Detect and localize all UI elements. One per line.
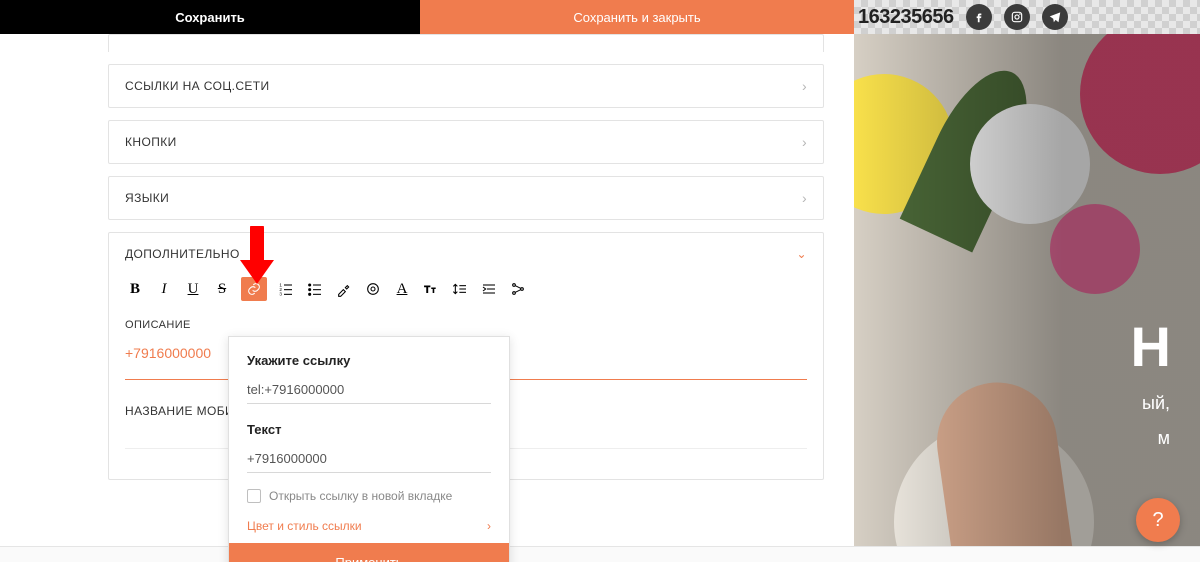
- line-height-icon[interactable]: [450, 279, 470, 299]
- header-phone-fragment: 163235656: [858, 6, 954, 29]
- popover-text-label: Текст: [247, 422, 491, 437]
- hero-line2-fragment: м: [1131, 428, 1170, 449]
- link-style-row[interactable]: Цвет и стиль ссылки ›: [247, 519, 491, 533]
- ordered-list-icon[interactable]: 123: [276, 279, 296, 299]
- text-size-icon[interactable]: TT: [421, 279, 441, 299]
- indent-icon[interactable]: [479, 279, 499, 299]
- target-icon[interactable]: [363, 279, 383, 299]
- save-button[interactable]: Сохранить: [0, 0, 420, 34]
- link-icon[interactable]: [241, 277, 267, 301]
- facebook-icon[interactable]: [966, 4, 992, 30]
- top-bar: Сохранить Сохранить и закрыть 163235656: [0, 0, 1200, 34]
- popover-url-label: Укажите ссылку: [247, 353, 491, 368]
- editor-column: ССЫЛКИ НА СОЦ.СЕТИ › КНОПКИ › ЯЗЫКИ › ДО…: [0, 34, 854, 562]
- chevron-right-icon: ›: [487, 519, 491, 533]
- hero-line1-fragment: ый,: [1131, 393, 1170, 414]
- link-editor-popover: Укажите ссылку Текст Открыть ссылку в но…: [228, 336, 510, 562]
- description-label: ОПИСАНИЕ: [125, 319, 807, 331]
- main-split: ССЫЛКИ НА СОЦ.СЕТИ › КНОПКИ › ЯЗЫКИ › ДО…: [0, 34, 1200, 562]
- strike-icon[interactable]: S: [212, 279, 232, 299]
- help-fab-button[interactable]: ?: [1136, 498, 1180, 542]
- new-tab-label: Открыть ссылку в новой вкладке: [269, 489, 452, 503]
- unordered-list-icon[interactable]: [305, 279, 325, 299]
- accordion-label: ССЫЛКИ НА СОЦ.СЕТИ: [125, 79, 270, 93]
- accordion-social-links[interactable]: ССЫЛКИ НА СОЦ.СЕТИ ›: [108, 64, 824, 108]
- chevron-right-icon: ›: [802, 78, 807, 94]
- underline-icon[interactable]: U: [183, 279, 203, 299]
- new-tab-checkbox[interactable]: [247, 489, 261, 503]
- preview-column: Н ый, м: [854, 34, 1200, 562]
- accordion-buttons[interactable]: КНОПКИ ›: [108, 120, 824, 164]
- italic-icon[interactable]: I: [154, 279, 174, 299]
- telegram-icon[interactable]: [1042, 4, 1068, 30]
- rich-text-toolbar: B I U S 123 A: [125, 273, 807, 305]
- save-and-close-button[interactable]: Сохранить и закрыть: [420, 0, 854, 34]
- preview-background: [854, 34, 1200, 562]
- horizontal-scrollbar[interactable]: [0, 546, 1200, 562]
- preview-header-strip: 163235656: [854, 0, 1200, 34]
- accordion-item-cutoff: [108, 34, 824, 52]
- link-text-input[interactable]: [247, 445, 491, 473]
- chevron-right-icon: ›: [802, 134, 807, 150]
- instagram-icon[interactable]: [1004, 4, 1030, 30]
- apply-button[interactable]: Применить: [229, 543, 509, 562]
- panel-title: ДОПОЛНИТЕЛЬНО: [125, 247, 240, 261]
- bold-icon[interactable]: B: [125, 279, 145, 299]
- font-icon[interactable]: A: [392, 279, 412, 299]
- eyedropper-icon[interactable]: [334, 279, 354, 299]
- accordion-label: КНОПКИ: [125, 135, 177, 149]
- accordion-languages[interactable]: ЯЗЫКИ ›: [108, 176, 824, 220]
- svg-text:3: 3: [279, 292, 282, 297]
- svg-text:T: T: [424, 284, 430, 294]
- hero-headline-fragment: Н: [1131, 314, 1170, 379]
- hero-text-fragment: Н ый, м: [1131, 314, 1170, 449]
- link-url-input[interactable]: [247, 376, 491, 404]
- chevron-right-icon: ›: [802, 190, 807, 206]
- views-icon[interactable]: [508, 279, 528, 299]
- svg-text:T: T: [432, 288, 436, 294]
- panel-header[interactable]: ДОПОЛНИТЕЛЬНО ⌄: [125, 247, 807, 261]
- link-style-label: Цвет и стиль ссылки: [247, 519, 362, 533]
- accordion-label: ЯЗЫКИ: [125, 191, 169, 205]
- chevron-down-icon: ⌄: [797, 247, 807, 261]
